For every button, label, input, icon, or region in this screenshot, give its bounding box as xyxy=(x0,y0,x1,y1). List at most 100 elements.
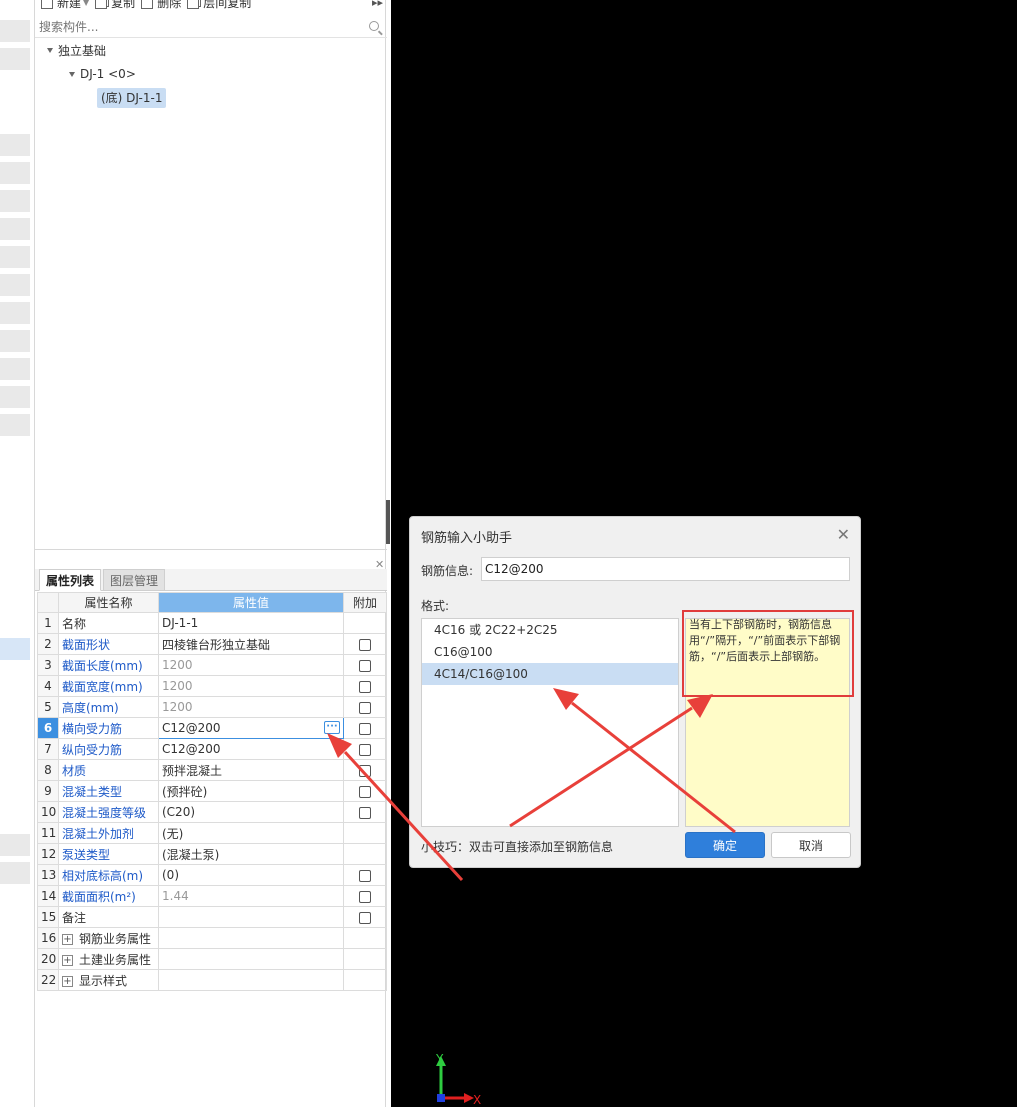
splitter-handle[interactable] xyxy=(386,500,390,544)
table-row[interactable]: 3 截面长度(mm) 1200 xyxy=(37,654,387,676)
rebar-info-input[interactable] xyxy=(481,557,850,581)
tab-layers[interactable]: 图层管理 xyxy=(103,569,166,591)
dropdown-caret-icon[interactable]: ▼ xyxy=(83,0,89,8)
search-input[interactable] xyxy=(39,18,359,36)
ok-button[interactable]: 确定 xyxy=(685,832,765,858)
extra-checkbox[interactable] xyxy=(359,785,371,798)
extra-checkbox[interactable] xyxy=(359,680,371,693)
rebar-value-cell[interactable]: C12@200 ··· xyxy=(158,717,344,739)
table-row[interactable]: 8 材质 预拌混凝土 xyxy=(37,759,387,781)
table-row[interactable]: 1 名称 DJ-1-1 xyxy=(37,612,387,634)
hint-text: 小技巧：双击可直接添加至钢筋信息 xyxy=(421,840,614,854)
format-item[interactable]: 4C16 或 2C22+2C25 xyxy=(422,619,678,641)
extra-checkbox[interactable] xyxy=(359,869,371,882)
table-row[interactable]: 7 纵向受力筋 C12@200 xyxy=(37,738,387,760)
extra-checkbox[interactable] xyxy=(359,659,371,672)
nav-item-selected[interactable] xyxy=(0,638,30,660)
header-value: 属性值 xyxy=(158,592,344,613)
table-row-group[interactable]: 20 + 土建业务属性 xyxy=(37,948,387,970)
format-label: 格式: xyxy=(421,599,450,613)
table-row[interactable]: 5 高度(mm) 1200 xyxy=(37,696,387,718)
format-tip: 当有上下部钢筋时，钢筋信息用“/”隔开，“/”前面表示下部钢筋，“/”后面表示上… xyxy=(682,610,854,697)
tree-node-root[interactable]: 独立基础 xyxy=(47,39,106,61)
rebar-input-dialog: 钢筋输入小助手 ✕ 钢筋信息: 格式: 4C16 或 2C22+2C25 C16… xyxy=(409,516,861,868)
table-row[interactable]: 11 混凝土外加剂 (无) xyxy=(37,822,387,844)
nav-item[interactable] xyxy=(0,162,30,184)
tree-node-child[interactable]: DJ-1 <0> xyxy=(69,63,136,85)
nav-item[interactable] xyxy=(0,20,30,42)
header-name: 属性名称 xyxy=(58,592,159,613)
table-row[interactable]: 10 混凝土强度等级 (C20) xyxy=(37,801,387,823)
header-num xyxy=(37,592,59,613)
extra-checkbox[interactable] xyxy=(359,890,371,903)
new-button[interactable]: 新建 ▼ xyxy=(41,0,89,10)
nav-item[interactable] xyxy=(0,834,30,856)
table-row[interactable]: 9 混凝土类型 (预拌砼) xyxy=(37,780,387,802)
ellipsis-icon[interactable]: ··· xyxy=(324,721,340,734)
table-row[interactable]: 15 备注 xyxy=(37,906,387,928)
x-axis-label: X xyxy=(473,1093,481,1107)
property-tabs: 属性列表 图层管理 xyxy=(35,569,387,591)
expand-arrow-icon[interactable] xyxy=(47,47,53,53)
nav-item[interactable] xyxy=(0,330,30,352)
new-icon xyxy=(41,0,53,9)
component-panel: 新建 ▼ 复制 删除 层间复制 ▸▸ 独立基础 DJ-1 <0> (底 xyxy=(34,0,387,1107)
extra-checkbox[interactable] xyxy=(359,722,371,735)
nav-item[interactable] xyxy=(0,218,30,240)
close-icon[interactable]: ✕ xyxy=(837,525,850,544)
nav-item[interactable] xyxy=(0,274,30,296)
property-table: 属性名称 属性值 附加 1 名称 DJ-1-1 2 截面形状 四棱锥台形独立基础… xyxy=(37,592,387,991)
dialog-title: 钢筋输入小助手 xyxy=(421,531,513,546)
delete-button[interactable]: 删除 xyxy=(141,0,181,10)
nav-item[interactable] xyxy=(0,414,30,436)
tree-node-leaf[interactable]: (底) DJ-1-1 xyxy=(97,87,167,109)
expand-plus-icon[interactable]: + xyxy=(62,954,73,966)
nav-item[interactable] xyxy=(0,862,30,884)
search-bar xyxy=(35,16,387,38)
expand-plus-icon[interactable]: + xyxy=(62,975,73,987)
more-icon[interactable]: ▸▸ xyxy=(372,0,383,9)
cancel-button[interactable]: 取消 xyxy=(771,832,851,858)
format-item[interactable]: C16@100 xyxy=(422,641,678,663)
table-row[interactable]: 2 截面形状 四棱锥台形独立基础 xyxy=(37,633,387,655)
copy-icon xyxy=(95,0,108,9)
nav-item[interactable] xyxy=(0,48,30,70)
table-row[interactable]: 13 相对底标高(m) (0) xyxy=(37,864,387,886)
nav-item[interactable] xyxy=(0,246,30,268)
table-row[interactable]: 12 泵送类型 (混凝土泵) xyxy=(37,843,387,865)
table-row[interactable]: 14 截面面积(m²) 1.44 xyxy=(37,885,387,907)
extra-checkbox[interactable] xyxy=(359,638,371,651)
table-row[interactable]: 4 截面宽度(mm) 1200 xyxy=(37,675,387,697)
extra-checkbox[interactable] xyxy=(359,743,371,756)
nav-item[interactable] xyxy=(0,190,30,212)
left-nav-strip xyxy=(0,0,30,1107)
expand-plus-icon[interactable]: + xyxy=(62,933,73,945)
y-axis-label: Y xyxy=(435,1052,444,1066)
table-row-group[interactable]: 16 + 钢筋业务属性 xyxy=(37,927,387,949)
extra-checkbox[interactable] xyxy=(359,764,371,777)
nav-item[interactable] xyxy=(0,302,30,324)
table-row-group[interactable]: 22 + 显示样式 xyxy=(37,969,387,991)
axis-indicator-icon: Y X xyxy=(435,1052,481,1107)
extra-checkbox[interactable] xyxy=(359,806,371,819)
floor-copy-icon xyxy=(187,0,200,9)
component-tree: 独立基础 DJ-1 <0> (底) DJ-1-1 xyxy=(35,38,387,550)
tab-properties[interactable]: 属性列表 xyxy=(39,569,102,591)
copy-button[interactable]: 复制 xyxy=(95,0,135,10)
table-header-row: 属性名称 属性值 附加 xyxy=(37,592,387,613)
search-icon[interactable] xyxy=(369,21,379,31)
format-item-selected[interactable]: 4C14/C16@100 xyxy=(422,663,678,685)
nav-item[interactable] xyxy=(0,358,30,380)
rebar-info-label: 钢筋信息: xyxy=(421,564,474,578)
delete-icon xyxy=(141,0,154,9)
extra-checkbox[interactable] xyxy=(359,911,371,924)
nav-item[interactable] xyxy=(0,386,30,408)
format-list: 4C16 或 2C22+2C25 C16@100 4C14/C16@100 xyxy=(421,618,679,827)
table-row-selected[interactable]: 6 横向受力筋 C12@200 ··· xyxy=(37,717,387,739)
floor-copy-button[interactable]: 层间复制 xyxy=(187,0,251,10)
expand-arrow-icon[interactable] xyxy=(69,71,75,77)
component-toolbar: 新建 ▼ 复制 删除 层间复制 ▸▸ xyxy=(35,0,387,14)
extra-checkbox[interactable] xyxy=(359,701,371,714)
header-extra: 附加 xyxy=(343,592,387,613)
nav-item[interactable] xyxy=(0,134,30,156)
